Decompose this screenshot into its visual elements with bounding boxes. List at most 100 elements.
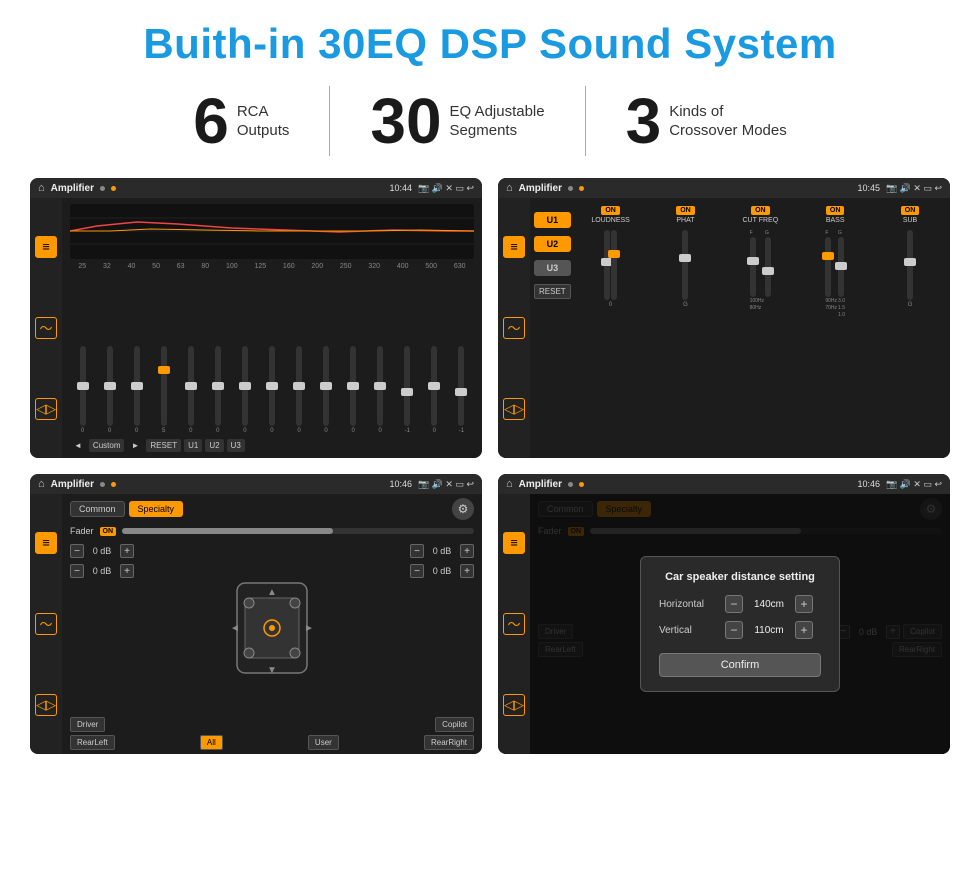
sub-on: ON bbox=[901, 206, 920, 215]
fader-bar[interactable] bbox=[122, 528, 474, 534]
copilot-btn[interactable]: Copilot bbox=[435, 717, 474, 732]
vol4-minus[interactable]: − bbox=[410, 564, 424, 578]
vertical-row: Vertical − 110cm + bbox=[659, 621, 821, 639]
eq-icon-3[interactable]: ≡ bbox=[35, 532, 57, 554]
slider-100: 0 bbox=[232, 346, 257, 434]
stat-rca: 6 RCAOutputs bbox=[153, 89, 329, 153]
vol1-val: 0 dB bbox=[88, 546, 116, 556]
right-vol-col: − 0 dB + − 0 dB + bbox=[410, 544, 474, 711]
common-tab-3[interactable]: Common bbox=[70, 501, 125, 517]
dot-8 bbox=[579, 482, 584, 487]
speaker-icon-4[interactable]: ◁▷ bbox=[503, 694, 525, 716]
u1-btn[interactable]: U1 bbox=[534, 212, 571, 228]
fader-fill bbox=[122, 528, 333, 534]
slider-250: 0 bbox=[341, 346, 366, 434]
eq-play-btn[interactable]: ► bbox=[127, 439, 143, 452]
svg-text:▲: ▲ bbox=[267, 587, 277, 598]
screen3-time: 10:46 bbox=[389, 479, 412, 489]
page-title: Buith-in 30EQ DSP Sound System bbox=[30, 20, 950, 68]
wave-icon[interactable]: 〜 bbox=[35, 317, 57, 339]
gear-icon[interactable]: ⚙ bbox=[452, 498, 474, 520]
eq-freq-labels: 253240506380100125160200250320400500630 bbox=[70, 263, 474, 270]
slider-320: 0 bbox=[368, 346, 393, 434]
phat-on: ON bbox=[676, 206, 695, 215]
home-icon-4[interactable]: ⌂ bbox=[506, 478, 513, 490]
vol2-plus[interactable]: + bbox=[120, 564, 134, 578]
crossover-cols: ON LOUDNESS 0 ON PHAT bbox=[575, 202, 946, 454]
driver-btn[interactable]: Driver bbox=[70, 717, 105, 732]
speaker-icon[interactable]: ◁▷ bbox=[35, 398, 57, 420]
vol2-minus[interactable]: − bbox=[70, 564, 84, 578]
eq-icon-4[interactable]: ≡ bbox=[503, 532, 525, 554]
loudness-on: ON bbox=[601, 206, 620, 215]
vol1-plus[interactable]: + bbox=[120, 544, 134, 558]
stat-crossover: 3 Kinds ofCrossover Modes bbox=[586, 89, 827, 153]
dialog-title: Car speaker distance setting bbox=[659, 571, 821, 583]
eq-icon-2[interactable]: ≡ bbox=[503, 236, 525, 258]
vertical-plus[interactable]: + bbox=[795, 621, 813, 639]
eq-u2-btn[interactable]: U2 bbox=[205, 439, 223, 452]
dialog-main: Common Specialty ⚙ Fader ON bbox=[530, 494, 950, 754]
eq-reset-btn[interactable]: RESET bbox=[146, 439, 181, 452]
screens-grid: ⌂ Amplifier 10:44 📷 🔊 ✕ ▭ ↩ ≡ 〜 ◁▷ bbox=[30, 178, 950, 754]
eq-u3-btn[interactable]: U3 bbox=[227, 439, 245, 452]
horizontal-plus[interactable]: + bbox=[795, 595, 813, 613]
screen1-title: Amplifier bbox=[51, 183, 94, 194]
screen3-title: Amplifier bbox=[51, 479, 94, 490]
side-icons-1: ≡ 〜 ◁▷ bbox=[30, 198, 62, 458]
home-icon-2[interactable]: ⌂ bbox=[506, 182, 513, 194]
svg-text:▼: ▼ bbox=[267, 665, 277, 676]
speaker-icon-2[interactable]: ◁▷ bbox=[503, 398, 525, 420]
fader-label: Fader bbox=[70, 526, 94, 536]
cutfreq-on: ON bbox=[751, 206, 770, 215]
screen4-time: 10:46 bbox=[857, 479, 880, 489]
crossover-main: U1 U2 U3 RESET ON LOUDNESS bbox=[530, 198, 950, 458]
stat-number-rca: 6 bbox=[193, 89, 229, 153]
wave-icon-2[interactable]: 〜 bbox=[503, 317, 525, 339]
eq-controls: ◄ Custom ► RESET U1 U2 U3 bbox=[70, 439, 474, 452]
slider-630: -1 bbox=[449, 346, 474, 434]
home-icon-3[interactable]: ⌂ bbox=[38, 478, 45, 490]
speaker-icon-3[interactable]: ◁▷ bbox=[35, 694, 57, 716]
screen2-title: Amplifier bbox=[519, 183, 562, 194]
screen-dialog: ⌂ Amplifier 10:46 📷 🔊 ✕ ▭ ↩ ≡ 〜 ◁▷ bbox=[498, 474, 950, 754]
wave-icon-3[interactable]: 〜 bbox=[35, 613, 57, 635]
crossover-reset-btn[interactable]: RESET bbox=[534, 284, 571, 299]
specialty-tab-3[interactable]: Specialty bbox=[129, 501, 184, 517]
screen2-time: 10:45 bbox=[857, 183, 880, 193]
confirm-button[interactable]: Confirm bbox=[659, 653, 821, 677]
rearleft-btn[interactable]: RearLeft bbox=[70, 735, 115, 750]
home-icon-1[interactable]: ⌂ bbox=[38, 182, 45, 194]
dialog-overlay: Car speaker distance setting Horizontal … bbox=[530, 494, 950, 754]
horizontal-label: Horizontal bbox=[659, 599, 719, 610]
eq-preset-label: Custom bbox=[89, 439, 125, 452]
horizontal-minus[interactable]: − bbox=[725, 595, 743, 613]
bass-on: ON bbox=[826, 206, 845, 215]
rearright-btn[interactable]: RearRight bbox=[424, 735, 474, 750]
wave-icon-4[interactable]: 〜 bbox=[503, 613, 525, 635]
eq-icon[interactable]: ≡ bbox=[35, 236, 57, 258]
dot-2 bbox=[111, 186, 116, 191]
stat-number-eq: 30 bbox=[370, 89, 441, 153]
u3-btn[interactable]: U3 bbox=[534, 260, 571, 276]
screen-crossover: ⌂ Amplifier 10:45 📷 🔊 ✕ ▭ ↩ ≡ 〜 ◁▷ U1 bbox=[498, 178, 950, 458]
vol3-plus[interactable]: + bbox=[460, 544, 474, 558]
user-btn[interactable]: User bbox=[308, 735, 339, 750]
u2-btn[interactable]: U2 bbox=[534, 236, 571, 252]
dot-1 bbox=[100, 186, 105, 191]
vol4-plus[interactable]: + bbox=[460, 564, 474, 578]
eq-prev-btn[interactable]: ◄ bbox=[70, 439, 86, 452]
slider-400: -1 bbox=[395, 346, 420, 434]
vertical-val: 110cm bbox=[749, 625, 789, 636]
status-bar-2: ⌂ Amplifier 10:45 📷 🔊 ✕ ▭ ↩ bbox=[498, 178, 950, 198]
eq-u1-btn[interactable]: U1 bbox=[184, 439, 202, 452]
vol1-minus[interactable]: − bbox=[70, 544, 84, 558]
phat-col: ON PHAT G bbox=[650, 206, 722, 308]
all-btn[interactable]: All bbox=[200, 735, 223, 750]
vertical-minus[interactable]: − bbox=[725, 621, 743, 639]
slider-80: 0 bbox=[205, 346, 230, 434]
screen3-body: ≡ 〜 ◁▷ Common Specialty ⚙ Fader bbox=[30, 494, 482, 754]
vol3-minus[interactable]: − bbox=[410, 544, 424, 558]
tab-and-gear: Common Specialty ⚙ bbox=[70, 498, 474, 520]
loudness-col: ON LOUDNESS 0 bbox=[575, 206, 647, 308]
